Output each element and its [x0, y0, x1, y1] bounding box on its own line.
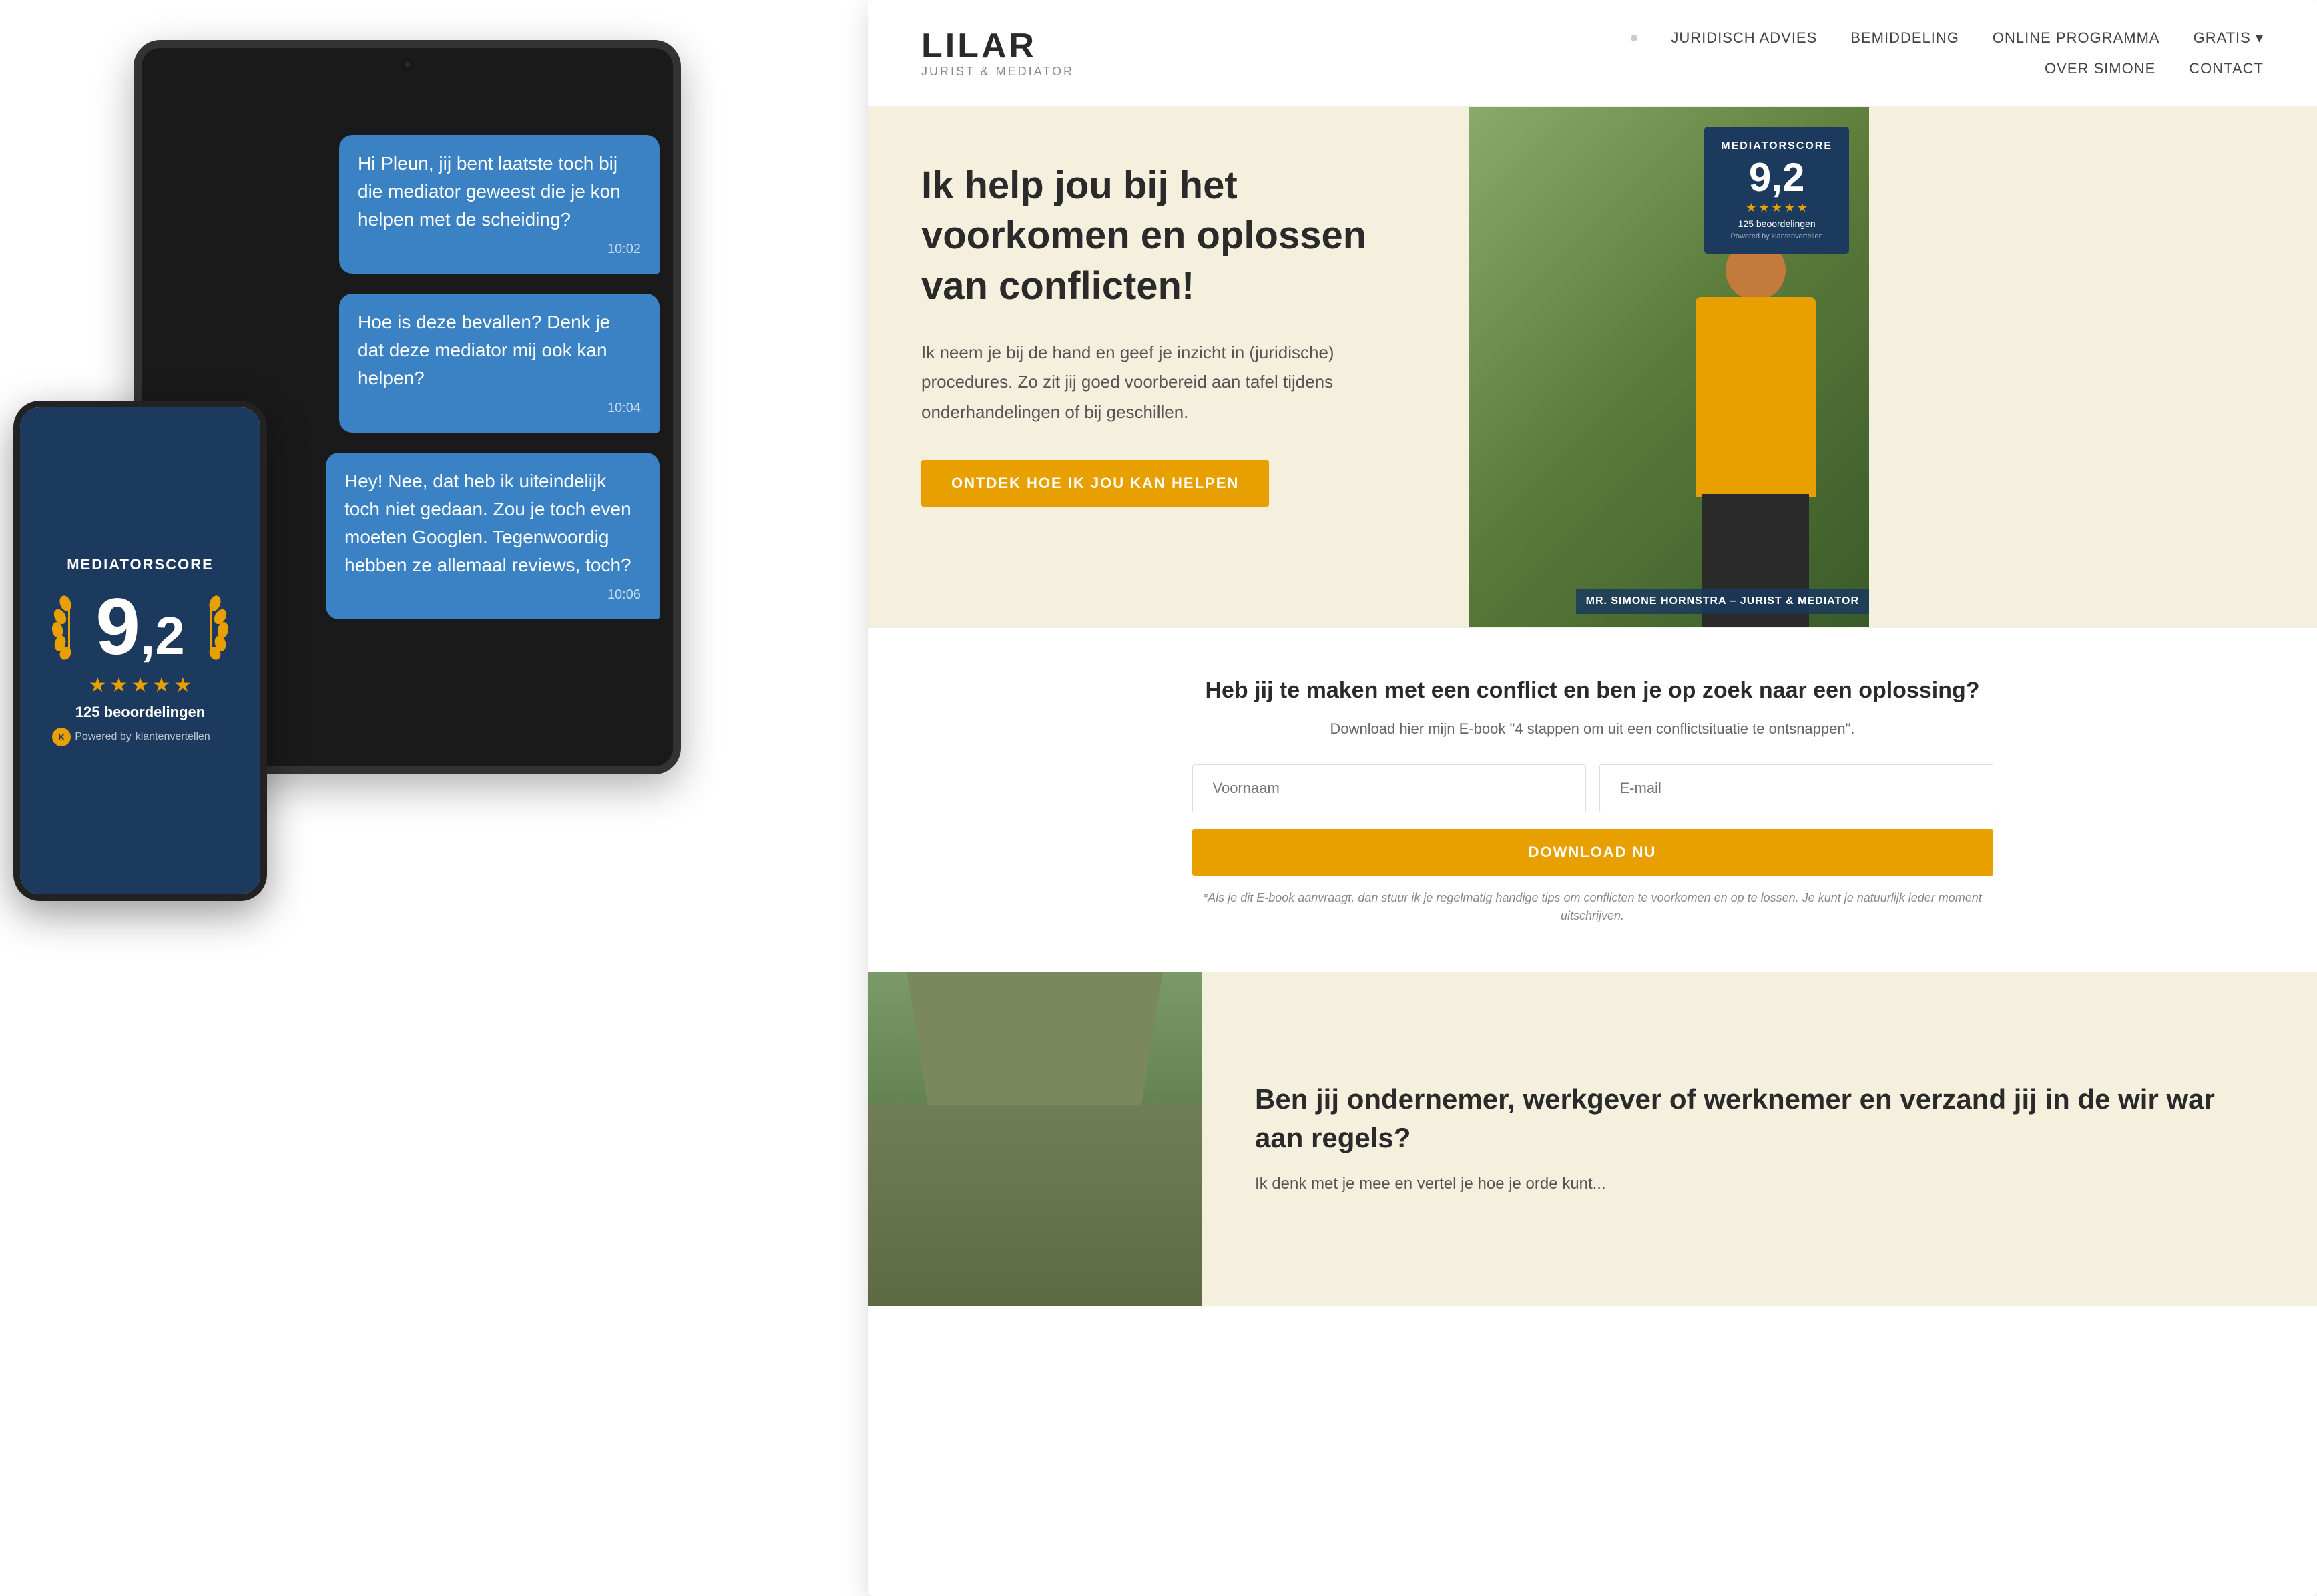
- logo-subtitle: JURIST & MEDIATOR: [921, 65, 1074, 79]
- badge-stars: ★ ★ ★ ★ ★: [1721, 201, 1832, 215]
- nav-links: JURIDISCH ADVIES BEMIDDELING ONLINE PROG…: [1631, 29, 2264, 77]
- firstname-input[interactable]: [1192, 764, 1586, 812]
- badge-score: 9,2: [1721, 158, 1832, 198]
- ebook-title: Heb jij te maken met een conflict en ben…: [921, 675, 2264, 707]
- laurel-right-icon: [192, 593, 228, 660]
- site-logo: LILAR JURIST & MEDIATOR: [921, 27, 1074, 79]
- teaser-image: [868, 972, 1202, 1306]
- ebook-section: Heb jij te maken met een conflict en ben…: [868, 627, 2317, 972]
- teaser-body: Ik denk met je mee en vertel je hoe je o…: [1255, 1171, 2264, 1197]
- nav-row-2: OVER SIMONE CONTACT: [2045, 60, 2264, 77]
- hero-text: Ik help jou bij het voorkomen en oplosse…: [868, 107, 1469, 627]
- nav-juridisch[interactable]: JURIDISCH ADVIES: [1671, 29, 1817, 47]
- mediator-score-badge: MEDIATORSCORE: [52, 556, 228, 746]
- nav-over-simone[interactable]: OVER SIMONE: [2045, 60, 2155, 77]
- ebook-disclaimer: *Als je dit E-book aanvraagt, dan stuur …: [1192, 889, 1993, 925]
- hero-caption: MR. SIMONE HORNSTRA – JURIST & MEDIATOR: [1576, 589, 1869, 614]
- phone-screen: MEDIATORSCORE: [20, 407, 260, 894]
- phone-device: MEDIATORSCORE: [13, 401, 267, 901]
- hero-title: Ik help jou bij het voorkomen en oplosse…: [921, 160, 1415, 311]
- hero-bg: MEDIATORSCORE 9,2 ★ ★ ★ ★ ★ 125 beoordel…: [1469, 107, 1869, 627]
- nav-online-programma[interactable]: ONLINE PROGRAMMA: [1993, 29, 2160, 47]
- laurel-left-icon: [52, 593, 89, 660]
- nav-gratis[interactable]: GRATIS ▾: [2194, 29, 2264, 47]
- hero-body: Ik neem je bij de hand en geef je inzich…: [921, 338, 1415, 427]
- badge-title: MEDIATORSCORE: [1721, 140, 1832, 152]
- badge-powered: Powered by klantenvertellen: [1721, 232, 1832, 240]
- badge-reviews: 125 beoordelingen: [1721, 218, 1832, 229]
- hero-cta-button[interactable]: ONTDEK HOE IK JOU KAN HELPEN: [921, 460, 1269, 507]
- download-button[interactable]: DOWNLOAD NU: [1192, 829, 1993, 876]
- nav-dot: [1631, 35, 1637, 41]
- logo-main: LILAR: [921, 27, 1074, 65]
- email-input[interactable]: [1599, 764, 1993, 812]
- bottom-teaser: Ben jij ondernemer, werkgever of werknem…: [868, 972, 2317, 1306]
- teaser-building-bg: [868, 972, 1202, 1306]
- teaser-title: Ben jij ondernemer, werkgever of werknem…: [1255, 1080, 2264, 1159]
- site-navigation: LILAR JURIST & MEDIATOR JURIDISCH ADVIES…: [868, 0, 2317, 107]
- kv-logo: K: [52, 728, 71, 746]
- person-figure: [1662, 240, 1849, 627]
- hero-image: MEDIATORSCORE 9,2 ★ ★ ★ ★ ★ 125 beoordel…: [1469, 107, 1869, 627]
- score-badge-overlay: MEDIATORSCORE 9,2 ★ ★ ★ ★ ★ 125 beoordel…: [1704, 127, 1849, 254]
- stars-row: ★ ★ ★ ★ ★: [52, 674, 228, 697]
- score-number: 9,2: [95, 582, 184, 672]
- reviews-count: 125 beoordelingen: [52, 704, 228, 721]
- nav-row-1: JURIDISCH ADVIES BEMIDDELING ONLINE PROG…: [1631, 29, 2264, 47]
- teaser-content: Ben jij ondernemer, werkgever of werknem…: [1202, 972, 2317, 1306]
- website-section: LILAR JURIST & MEDIATOR JURIDISCH ADVIES…: [868, 0, 2317, 1596]
- tablet-camera: [403, 60, 412, 69]
- nav-bemiddeling[interactable]: BEMIDDELING: [1850, 29, 1959, 47]
- person-body: [1696, 297, 1816, 497]
- chat-message-1: Hi Pleun, jij bent laatste toch bij die …: [339, 135, 660, 274]
- chat-message-3: Hey! Nee, dat heb ik uiteindelijk toch n…: [326, 453, 660, 619]
- nav-contact[interactable]: CONTACT: [2189, 60, 2264, 77]
- chat-message-2: Hoe is deze bevallen? Denk je dat deze m…: [339, 294, 660, 433]
- score-title: MEDIATORSCORE: [52, 556, 228, 573]
- powered-by: K Powered by klantenvertellen: [52, 728, 228, 746]
- ebook-form: [1192, 764, 1993, 812]
- ebook-subtitle: Download hier mijn E-book "4 stappen om …: [921, 720, 2264, 738]
- devices-section: Hi Pleun, jij bent laatste toch bij die …: [0, 0, 935, 1596]
- hero-section: Ik help jou bij het voorkomen en oplosse…: [868, 107, 2317, 627]
- tree-overlay: [868, 972, 1202, 1306]
